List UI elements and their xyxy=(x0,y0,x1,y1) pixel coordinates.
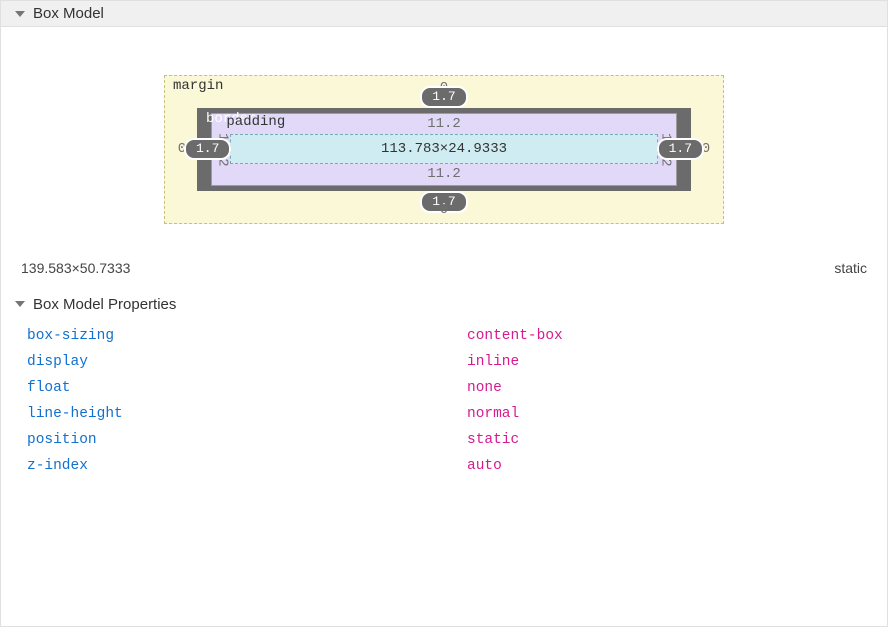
prop-row[interactable]: line-height normal xyxy=(27,401,861,427)
prop-row[interactable]: position static xyxy=(27,427,861,453)
section-header-box-model-properties[interactable]: Box Model Properties xyxy=(1,292,887,319)
section-header-box-model[interactable]: Box Model xyxy=(1,1,887,27)
section-title: Box Model Properties xyxy=(33,296,176,313)
margin-layer[interactable]: margin 0 0 1.7 border 1.7 padding 11. xyxy=(164,75,724,224)
border-top[interactable]: 1.7 xyxy=(420,86,467,108)
margin-label: margin xyxy=(173,78,223,94)
prop-value: normal xyxy=(467,406,519,422)
box-model-diagram: margin 0 0 1.7 border 1.7 padding 11. xyxy=(1,27,887,246)
prop-name: float xyxy=(27,380,467,396)
section-title: Box Model xyxy=(33,5,104,22)
dimensions-row: 139.583×50.7333 static xyxy=(1,246,887,292)
padding-bottom[interactable]: 11.2 xyxy=(427,166,461,182)
element-position-mode: static xyxy=(834,260,867,276)
prop-row[interactable]: display inline xyxy=(27,349,861,375)
prop-value: auto xyxy=(467,458,502,474)
prop-name: z-index xyxy=(27,458,467,474)
element-dimensions: 139.583×50.7333 xyxy=(21,260,130,276)
prop-name: line-height xyxy=(27,406,467,422)
prop-value: static xyxy=(467,432,519,448)
padding-top[interactable]: 11.2 xyxy=(427,116,461,132)
padding-layer[interactable]: padding 11.2 11.2 113.783×24.9333 11.2 1… xyxy=(211,113,676,186)
chevron-down-icon xyxy=(15,301,25,307)
border-right[interactable]: 1.7 xyxy=(657,138,704,160)
border-layer[interactable]: border 1.7 padding 11.2 11.2 113.783×24.… xyxy=(197,108,691,191)
prop-value: inline xyxy=(467,354,519,370)
prop-name: box-sizing xyxy=(27,328,467,344)
prop-name: position xyxy=(27,432,467,448)
padding-label: padding xyxy=(226,114,285,130)
prop-value: none xyxy=(467,380,502,396)
box-model-properties-list: box-sizing content-box display inline fl… xyxy=(1,319,887,483)
prop-value: content-box xyxy=(467,328,563,344)
chevron-down-icon xyxy=(15,11,25,17)
prop-row[interactable]: box-sizing content-box xyxy=(27,323,861,349)
content-size[interactable]: 113.783×24.9333 xyxy=(230,134,657,164)
prop-row[interactable]: z-index auto xyxy=(27,453,861,479)
prop-row[interactable]: float none xyxy=(27,375,861,401)
border-left[interactable]: 1.7 xyxy=(184,138,231,160)
margin-bottom[interactable]: 0 xyxy=(440,202,448,218)
prop-name: display xyxy=(27,354,467,370)
